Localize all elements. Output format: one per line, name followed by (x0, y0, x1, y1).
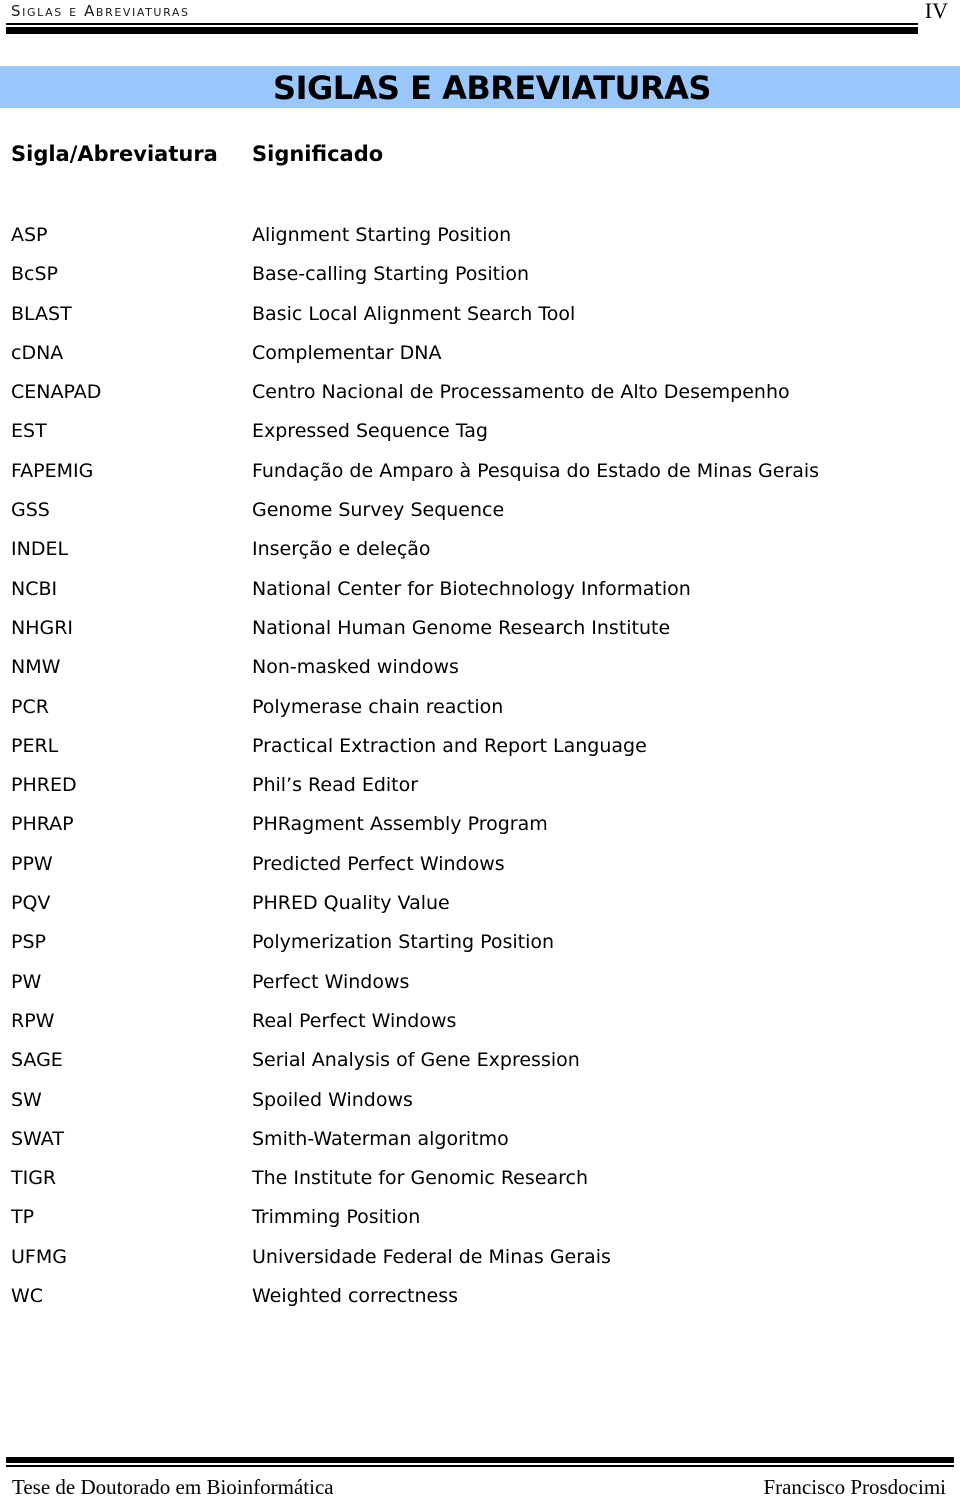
table-row: PHRAP PHRagment Assembly Program (0, 811, 960, 850)
table-cell-sigla: PHRED (11, 774, 77, 797)
table-cell-significado: Inserção e deleção (252, 538, 431, 561)
table-cell-sigla: NHGRI (11, 616, 74, 639)
table-row: NMW Non-masked windows (0, 654, 960, 693)
table-row: TIGR The Institute for Genomic Research (0, 1165, 960, 1204)
table-cell-sigla: RPW (11, 1009, 55, 1032)
footer-right-text: Francisco Prosdocimi (763, 1475, 946, 1499)
table-cell-significado: Trimming Position (252, 1206, 421, 1229)
table-cell-sigla: BcSP (11, 263, 58, 286)
table-cell-sigla: FAPEMIG (11, 459, 94, 482)
table-cell-significado: Polymerization Starting Position (252, 931, 555, 954)
page-number: IV (924, 0, 948, 23)
table-cell-significado: Non-masked windows (252, 656, 459, 679)
header-divider-rule (6, 23, 918, 34)
table-cell-significado: Complementar DNA (252, 341, 442, 364)
table-row: INDEL Inserção e deleção (0, 536, 960, 575)
table-row: BLAST Basic Local Alignment Search Tool (0, 301, 960, 340)
table-row: CENAPAD Centro Nacional de Processamento … (0, 379, 960, 418)
table-row: PPW Predicted Perfect Windows (0, 851, 960, 890)
header-rule-thick-bar (6, 27, 918, 34)
table-cell-sigla: NMW (11, 656, 61, 679)
table-cell-significado: National Human Genome Research Institute (252, 616, 671, 639)
table-row: PSP Polymerization Starting Position (0, 929, 960, 968)
table-cell-significado: Basic Local Alignment Search Tool (252, 302, 576, 325)
table-cell-significado: Smith-Waterman algoritmo (252, 1127, 509, 1150)
table-row: PW Perfect Windows (0, 969, 960, 1008)
table-cell-sigla: INDEL (11, 538, 69, 561)
table-row: EST Expressed Sequence Tag (0, 418, 960, 457)
table-row: NHGRI National Human Genome Research Inst… (0, 615, 960, 654)
table-cell-significado: Base-calling Starting Position (252, 263, 530, 286)
table-cell-significado: The Institute for Genomic Research (252, 1167, 588, 1190)
table-row: PCR Polymerase chain reaction (0, 694, 960, 733)
table-cell-significado: PHRagment Assembly Program (252, 813, 548, 836)
table-cell-significado: Centro Nacional de Processamento de Alto… (252, 381, 790, 404)
table-cell-significado: PHRED Quality Value (252, 892, 450, 915)
table-row: NCBI National Center for Biotechnology In… (0, 576, 960, 615)
table-cell-sigla: PSP (11, 931, 46, 954)
table-row: UFMG Universidade Federal de Minas Gerais (0, 1244, 960, 1283)
footer-left-text: Tese de Doutorado em Bioinformática (12, 1475, 334, 1499)
table-row: TP Trimming Position (0, 1204, 960, 1243)
table-cell-sigla: cDNA (11, 341, 64, 364)
table-cell-significado: Predicted Perfect Windows (252, 852, 505, 875)
table-row: cDNA Complementar DNA (0, 340, 960, 379)
table-cell-sigla: PERL (11, 734, 59, 757)
table-row: PERL Practical Extraction and Report Lang… (0, 733, 960, 772)
table-row: GSS Genome Survey Sequence (0, 497, 960, 536)
table-cell-significado: Phil’s Read Editor (252, 774, 419, 797)
table-cell-significado: Polymerase chain reaction (252, 695, 504, 718)
table-row: PQV PHRED Quality Value (0, 890, 960, 929)
table-cell-significado: Genome Survey Sequence (252, 499, 505, 522)
table-cell-significado: Weighted correctness (252, 1285, 459, 1308)
table-column-headers: Sigla/Abreviatura Significado (0, 140, 960, 174)
table-cell-significado: Expressed Sequence Tag (252, 420, 488, 443)
page-title: SIGLAS E ABREVIATURAS (273, 69, 711, 107)
table-cell-sigla: EST (11, 420, 47, 443)
table-cell-sigla: PPW (11, 852, 53, 875)
table-cell-sigla: GSS (11, 499, 50, 522)
table-row: RPW Real Perfect Windows (0, 1008, 960, 1047)
table-cell-sigla: SW (11, 1088, 42, 1111)
table-row: WC Weighted correctness (0, 1283, 960, 1322)
running-header-title: Siglas e Abreviaturas (11, 2, 190, 20)
table-cell-sigla: PCR (11, 695, 49, 718)
table-row: PHRED Phil’s Read Editor (0, 772, 960, 811)
table-cell-sigla: CENAPAD (11, 381, 102, 404)
table-cell-sigla: SWAT (11, 1127, 64, 1150)
table-cell-sigla: PQV (11, 892, 51, 915)
table-row: SW Spoiled Windows (0, 1087, 960, 1126)
table-cell-sigla: PW (11, 970, 42, 993)
table-cell-significado: Real Perfect Windows (252, 1009, 457, 1032)
table-cell-significado: Perfect Windows (252, 970, 410, 993)
table-cell-sigla: NCBI (11, 577, 58, 600)
table-cell-sigla: PHRAP (11, 813, 74, 836)
table-cell-sigla: ASP (11, 224, 48, 246)
table-cell-sigla: UFMG (11, 1245, 67, 1268)
running-header: Siglas e Abreviaturas IV (0, 0, 960, 40)
abbreviation-table: ASP Alignment Starting Position BcSP Base-c… (0, 222, 960, 1322)
table-row: FAPEMIG Fundação de Amparo à Pesquisa do … (0, 458, 960, 497)
footer-rule-thin-line (6, 1465, 954, 1467)
column-header-significado: Significado (252, 142, 384, 166)
table-cell-significado: Alignment Starting Position (252, 224, 512, 246)
table-row: ASP Alignment Starting Position (0, 222, 960, 261)
table-cell-significado: Fundação de Amparo à Pesquisa do Estado … (252, 459, 820, 482)
table-cell-significado: National Center for Biotechnology Inform… (252, 577, 691, 600)
table-cell-sigla: TP (11, 1206, 35, 1229)
table-cell-significado: Spoiled Windows (252, 1088, 413, 1111)
footer-divider-rule (6, 1457, 954, 1467)
table-cell-sigla: TIGR (11, 1167, 57, 1190)
table-cell-sigla: SAGE (11, 1049, 63, 1072)
table-cell-significado: Practical Extraction and Report Language (252, 734, 647, 757)
table-cell-significado: Universidade Federal de Minas Gerais (252, 1245, 611, 1268)
table-cell-sigla: WC (11, 1285, 44, 1308)
table-row: SWAT Smith-Waterman algoritmo (0, 1126, 960, 1165)
table-cell-sigla: BLAST (11, 302, 72, 325)
table-row: BcSP Base-calling Starting Position (0, 261, 960, 300)
table-cell-significado: Serial Analysis of Gene Expression (252, 1049, 580, 1072)
table-row: SAGE Serial Analysis of Gene Expression (0, 1047, 960, 1086)
column-header-sigla: Sigla/Abreviatura (11, 142, 218, 166)
